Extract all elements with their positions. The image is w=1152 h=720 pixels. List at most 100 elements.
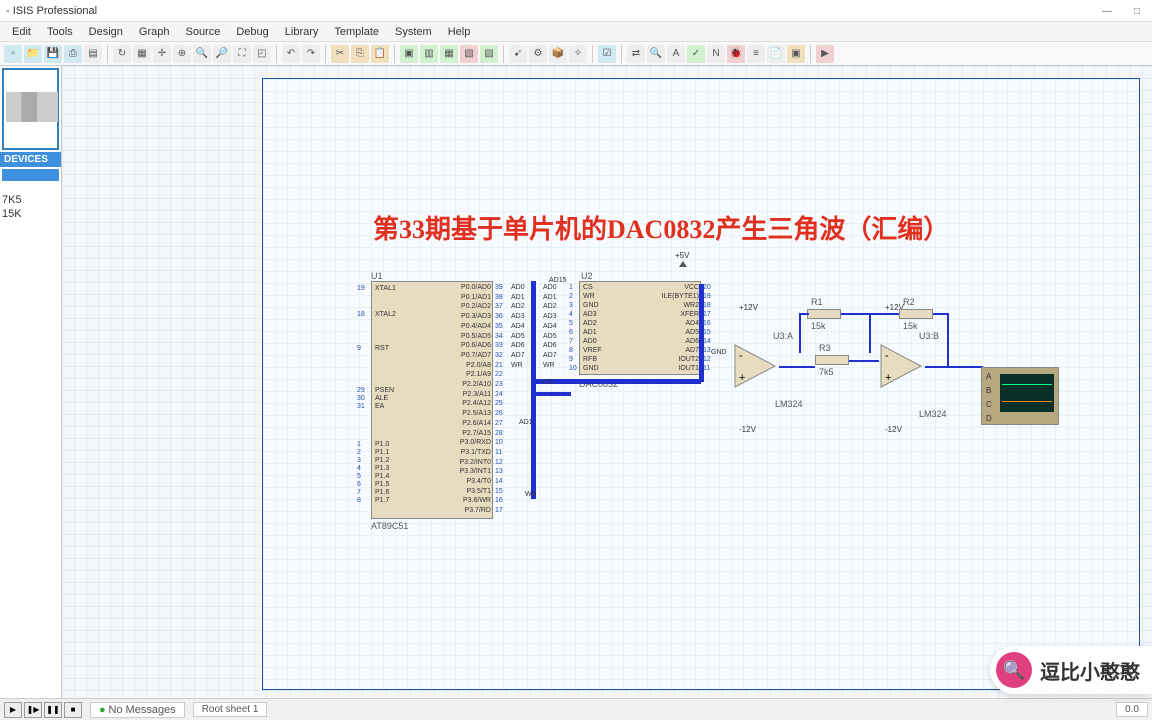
scope-ch-a: A: [986, 372, 991, 381]
opamp-u3b[interactable]: -+: [877, 341, 927, 391]
menu-edit[interactable]: Edit: [4, 24, 39, 40]
toolbar-toggle-icon[interactable]: ☑: [598, 45, 616, 63]
oscilloscope[interactable]: A B C D: [981, 367, 1059, 425]
sim-step-button[interactable]: ❚▶: [24, 702, 42, 718]
menu-tools[interactable]: Tools: [39, 24, 81, 40]
toolbar-zoomout-icon[interactable]: 🔎: [213, 45, 231, 63]
title-bar: - ISIS Professional — □: [0, 0, 1152, 22]
toolbar-center-icon[interactable]: ⊕: [173, 45, 191, 63]
toolbar-block3-icon[interactable]: ▦: [440, 45, 458, 63]
scope-ch-d: D: [986, 414, 992, 423]
toolbar-block2-icon[interactable]: ▥: [420, 45, 438, 63]
schematic-canvas[interactable]: 第33期基于单片机的DAC0832产生三角波（汇编） U1 AT89C51 U2…: [62, 66, 1152, 698]
menu-design[interactable]: Design: [81, 24, 131, 40]
devices-header: DEVICES: [0, 152, 61, 167]
menu-help[interactable]: Help: [440, 24, 479, 40]
toolbar-redo-icon[interactable]: ↷: [302, 45, 320, 63]
device-item-selected[interactable]: [2, 169, 59, 181]
toolbar-ares-icon[interactable]: ▣: [787, 45, 805, 63]
toolbar-play-icon[interactable]: ▶: [816, 45, 834, 63]
status-messages: ● No Messages: [90, 702, 185, 718]
toolbar-bom-icon[interactable]: ≡: [747, 45, 765, 63]
menu-debug[interactable]: Debug: [228, 24, 276, 40]
wire: [799, 313, 809, 315]
menu-template[interactable]: Template: [326, 24, 387, 40]
watermark-badge: 🔍 逗比小憨憨: [990, 646, 1152, 694]
toolbar-cut-icon[interactable]: ✂: [331, 45, 349, 63]
toolbar-zoomarea-icon[interactable]: ◰: [253, 45, 271, 63]
toolbar-wire-icon[interactable]: ⇄: [627, 45, 645, 63]
menu-graph[interactable]: Graph: [131, 24, 178, 40]
net-ad15: AD15: [549, 277, 567, 284]
power-p12v: +12V: [739, 303, 758, 312]
toolbar-zoomin-icon[interactable]: 🔍: [193, 45, 211, 63]
toolbar-search-icon[interactable]: 🔍: [647, 45, 665, 63]
device-item[interactable]: 7K5: [2, 193, 59, 207]
status-sheet: Root sheet 1: [193, 702, 268, 717]
scope-ch-c: C: [986, 400, 992, 409]
toolbar: ▫ 📁 💾 ⎙ ▤ ↻ ▦ ✛ ⊕ 🔍 🔎 ⛶ ◰ ↶ ↷ ✂ ⎘ 📋 ▣ ▥ …: [0, 42, 1152, 66]
wire: [849, 360, 879, 362]
maximize-button[interactable]: □: [1122, 0, 1152, 22]
toolbar-origin-icon[interactable]: ✛: [153, 45, 171, 63]
toolbar-package-icon[interactable]: 📦: [549, 45, 567, 63]
toolbar-erc-icon[interactable]: ✓: [687, 45, 705, 63]
resistor-r1[interactable]: [807, 309, 841, 319]
sidebar: DEVICES 7K5 15K: [0, 66, 62, 698]
window-title: - ISIS Professional: [6, 5, 97, 17]
toolbar-copy-icon[interactable]: ⎘: [351, 45, 369, 63]
sim-play-button[interactable]: ▶: [4, 702, 22, 718]
toolbar-block1-icon[interactable]: ▣: [400, 45, 418, 63]
wire: [933, 313, 947, 315]
toolbar-print-icon[interactable]: ⎙: [64, 45, 82, 63]
opamp-u3a[interactable]: -+: [731, 341, 781, 391]
toolbar-zoomall-icon[interactable]: ⛶: [233, 45, 251, 63]
bus-wire: [531, 379, 701, 384]
menu-system[interactable]: System: [387, 24, 440, 40]
wire: [869, 313, 871, 353]
r2-val: 15k: [903, 321, 918, 331]
wire: [779, 366, 815, 368]
toolbar-bug-icon[interactable]: 🐞: [727, 45, 745, 63]
minimize-button[interactable]: —: [1092, 0, 1122, 22]
power-n12v: -12V: [739, 425, 756, 434]
r2-ref: R2: [903, 297, 915, 307]
toolbar-save-icon[interactable]: 💾: [44, 45, 62, 63]
bus-wire: [531, 392, 571, 396]
toolbar-make-icon[interactable]: ⚙: [529, 45, 547, 63]
menu-bar: Edit Tools Design Graph Source Debug Lib…: [0, 22, 1152, 42]
overview-preview[interactable]: [2, 68, 59, 150]
resistor-r2[interactable]: [899, 309, 933, 319]
bus-wire: [531, 281, 536, 499]
toolbar-undo-icon[interactable]: ↶: [282, 45, 300, 63]
menu-source[interactable]: Source: [177, 24, 228, 40]
r1-ref: R1: [811, 297, 823, 307]
toolbar-grid-icon[interactable]: ▦: [133, 45, 151, 63]
toolbar-netlist-icon[interactable]: N: [707, 45, 725, 63]
toolbar-assign-icon[interactable]: A: [667, 45, 685, 63]
toolbar-block4-icon[interactable]: ▧: [460, 45, 478, 63]
device-item[interactable]: 15K: [2, 207, 59, 221]
wire: [925, 366, 983, 368]
toolbar-block5-icon[interactable]: ▨: [480, 45, 498, 63]
svg-text:+: +: [885, 372, 891, 384]
sim-pause-button[interactable]: ❚❚: [44, 702, 62, 718]
toolbar-refresh-icon[interactable]: ↻: [113, 45, 131, 63]
toolbar-open-icon[interactable]: 📁: [24, 45, 42, 63]
power-arrow-icon: [679, 261, 687, 267]
status-coord: 0.0: [1116, 702, 1148, 717]
net-p5v: +5V: [541, 379, 554, 386]
toolbar-report-icon[interactable]: 📄: [767, 45, 785, 63]
r3-val: 7k5: [819, 367, 834, 377]
u2-ref: U2: [581, 271, 593, 281]
devices-list[interactable]: 7K5 15K: [0, 167, 61, 698]
resistor-r3[interactable]: [815, 355, 849, 365]
toolbar-new-icon[interactable]: ▫: [4, 45, 22, 63]
toolbar-decomp-icon[interactable]: ✧: [569, 45, 587, 63]
toolbar-paste-icon[interactable]: 📋: [371, 45, 389, 63]
power-n12v-b: -12V: [885, 425, 902, 434]
menu-library[interactable]: Library: [277, 24, 327, 40]
toolbar-area-icon[interactable]: ▤: [84, 45, 102, 63]
toolbar-pick-icon[interactable]: ➹: [509, 45, 527, 63]
sim-stop-button[interactable]: ■: [64, 702, 82, 718]
